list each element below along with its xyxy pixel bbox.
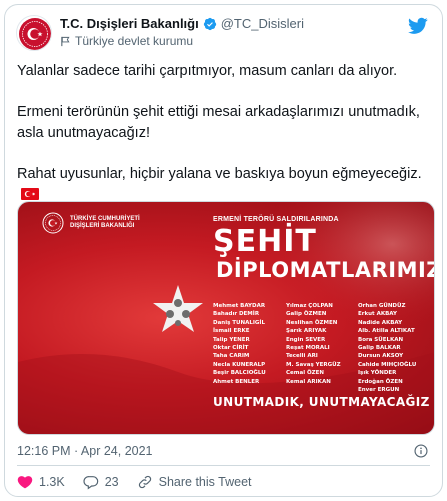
ministry-logo: TÜRKİYE CUMHURİYETİ DIŞİŞLERİ BAKANLIĞI — [42, 212, 140, 234]
names-column-3: Orhan GÜNDÜZ Erkut AKBAY Nadide AKBAY Alb. … — [358, 302, 416, 394]
diplomat-name: Enver ERGUN — [358, 387, 400, 394]
image-title-line-2: DİPLOMATLARIMIZ — [216, 258, 435, 282]
diplomat-name: Şarık ARIYAK — [286, 328, 327, 335]
like-button[interactable]: 1.3K — [17, 474, 65, 490]
diplomat-name: M. Savaş YERGÜZ — [286, 361, 341, 368]
tweet-paragraph-1: Yalanlar sadece tarihi çarpıtmıyor, masu… — [17, 63, 398, 79]
image-slogan: UNUTMADIK, UNUTMAYACAĞIZ — [213, 395, 430, 409]
account-handle[interactable]: @TC_Disisleri — [221, 16, 304, 31]
diplomat-name: Yılmaz ÇOLPAN — [286, 303, 333, 309]
image-subtitle: ERMENİ TERÖRÜ SALDIRILARINDA — [213, 216, 339, 223]
diplomat-name: İsmail ERKE — [213, 328, 250, 335]
share-button[interactable]: Share this Tweet — [137, 474, 252, 490]
ministry-line-2: DIŞİŞLERİ BAKANLIĞI — [70, 223, 135, 229]
share-label: Share this Tweet — [158, 475, 252, 489]
diplomat-name: Taha CARIM — [213, 353, 250, 360]
diplomat-name: Galip ÖZMEN — [286, 311, 327, 318]
diplomat-name: Beşir BALCIOĞLU — [213, 370, 266, 377]
diplomat-name: Bora SÜELKAN — [358, 336, 404, 343]
names-column-1: Mehmet BAYDAR Bahadır DEMİR Daniş TUNALIGİ… — [213, 302, 266, 386]
diplomat-name: Engin SEVER — [286, 336, 326, 343]
heart-icon — [17, 476, 33, 489]
tweet-paragraph-3-text: Rahat uyusunlar, hiçbir yalana ve baskıy… — [17, 166, 422, 182]
diplomat-name: Tecelli ARI — [286, 353, 318, 360]
tweet-actions: 1.3K 23 Share this Tweet — [17, 474, 270, 490]
government-label-text: Türkiye devlet kurumu — [75, 34, 194, 48]
tweet-paragraph-3: Rahat uyusunlar, hiçbir yalana ve baskıy… — [17, 164, 437, 206]
diplomat-name: Galip BALKAR — [358, 345, 401, 352]
diplomat-name: Ahmet BENLER — [213, 378, 260, 385]
link-icon — [138, 475, 151, 489]
diplomat-name: Mehmet BAYDAR — [213, 303, 266, 309]
diplomat-name: Neslihan ÖZMEN — [286, 319, 338, 326]
reply-count: 23 — [104, 475, 119, 489]
diplomat-name: Reşat MORALI — [286, 345, 330, 352]
diplomat-name: Bahadır DEMİR — [213, 311, 260, 318]
turkey-flag-icon — [21, 188, 39, 200]
tweet-card: T.C. Dışişleri Bakanlığı @TC_Disisleri T… — [4, 4, 443, 497]
diplomat-name: Dursun AKSOY — [358, 353, 404, 360]
account-avatar[interactable] — [16, 15, 52, 51]
info-icon[interactable] — [414, 444, 428, 458]
reply-button[interactable]: 23 — [83, 474, 119, 490]
tweet-image[interactable]: TÜRKİYE CUMHURİYETİ DIŞİŞLERİ BAKANLIĞI … — [17, 201, 435, 435]
diplomat-name: Nadide AKBAY — [358, 319, 403, 326]
diplomat-name: Kemal ARIKAN — [286, 378, 331, 385]
diplomat-name: Erkut AKBAY — [358, 311, 398, 318]
diplomat-name: Alb. Atilla ALTIKAT — [358, 328, 415, 335]
diplomat-name: Cahide MIHÇIOĞLU — [358, 361, 417, 368]
timestamp-text: 12:16 PM · Apr 24, 2021 — [17, 444, 153, 458]
diplomat-name: Talip YENER — [213, 336, 250, 343]
diplomat-name: Daniş TUNALIGİL — [213, 319, 265, 326]
diplomat-name: Orhan GÜNDÜZ — [358, 303, 406, 309]
flag-icon — [61, 36, 70, 46]
verified-badge-icon — [203, 17, 216, 30]
image-title-line-1: ŞEHİT — [213, 224, 317, 259]
diplomat-name: Cemal ÖZEN — [286, 370, 325, 377]
diplomat-name: Oktar CİRİT — [213, 345, 249, 352]
reply-icon — [83, 476, 98, 490]
diplomat-name: Işık YÖNDER — [358, 370, 397, 377]
like-count: 1.3K — [39, 475, 65, 489]
diplomat-name: Erdoğan ÖZEN — [358, 378, 403, 385]
footer-divider — [17, 465, 430, 466]
ministry-line-1: TÜRKİYE CUMHURİYETİ — [70, 215, 140, 222]
ministry-seal-icon — [42, 212, 64, 234]
names-column-2: Yılmaz ÇOLPAN Galip ÖZMEN Neslihan ÖZMEN Şa… — [286, 302, 341, 386]
diplomat-name: Necla KUNERALP — [213, 361, 266, 368]
government-label[interactable]: Türkiye devlet kurumu — [60, 34, 193, 48]
tweet-timestamp[interactable]: 12:16 PM · Apr 24, 2021 — [17, 444, 153, 458]
tweet-paragraph-2: Ermeni terörünün şehit ettiği mesai arka… — [17, 104, 420, 141]
twitter-bird-icon[interactable] — [408, 17, 428, 35]
account-name[interactable]: T.C. Dışişleri Bakanlığı — [60, 16, 199, 31]
